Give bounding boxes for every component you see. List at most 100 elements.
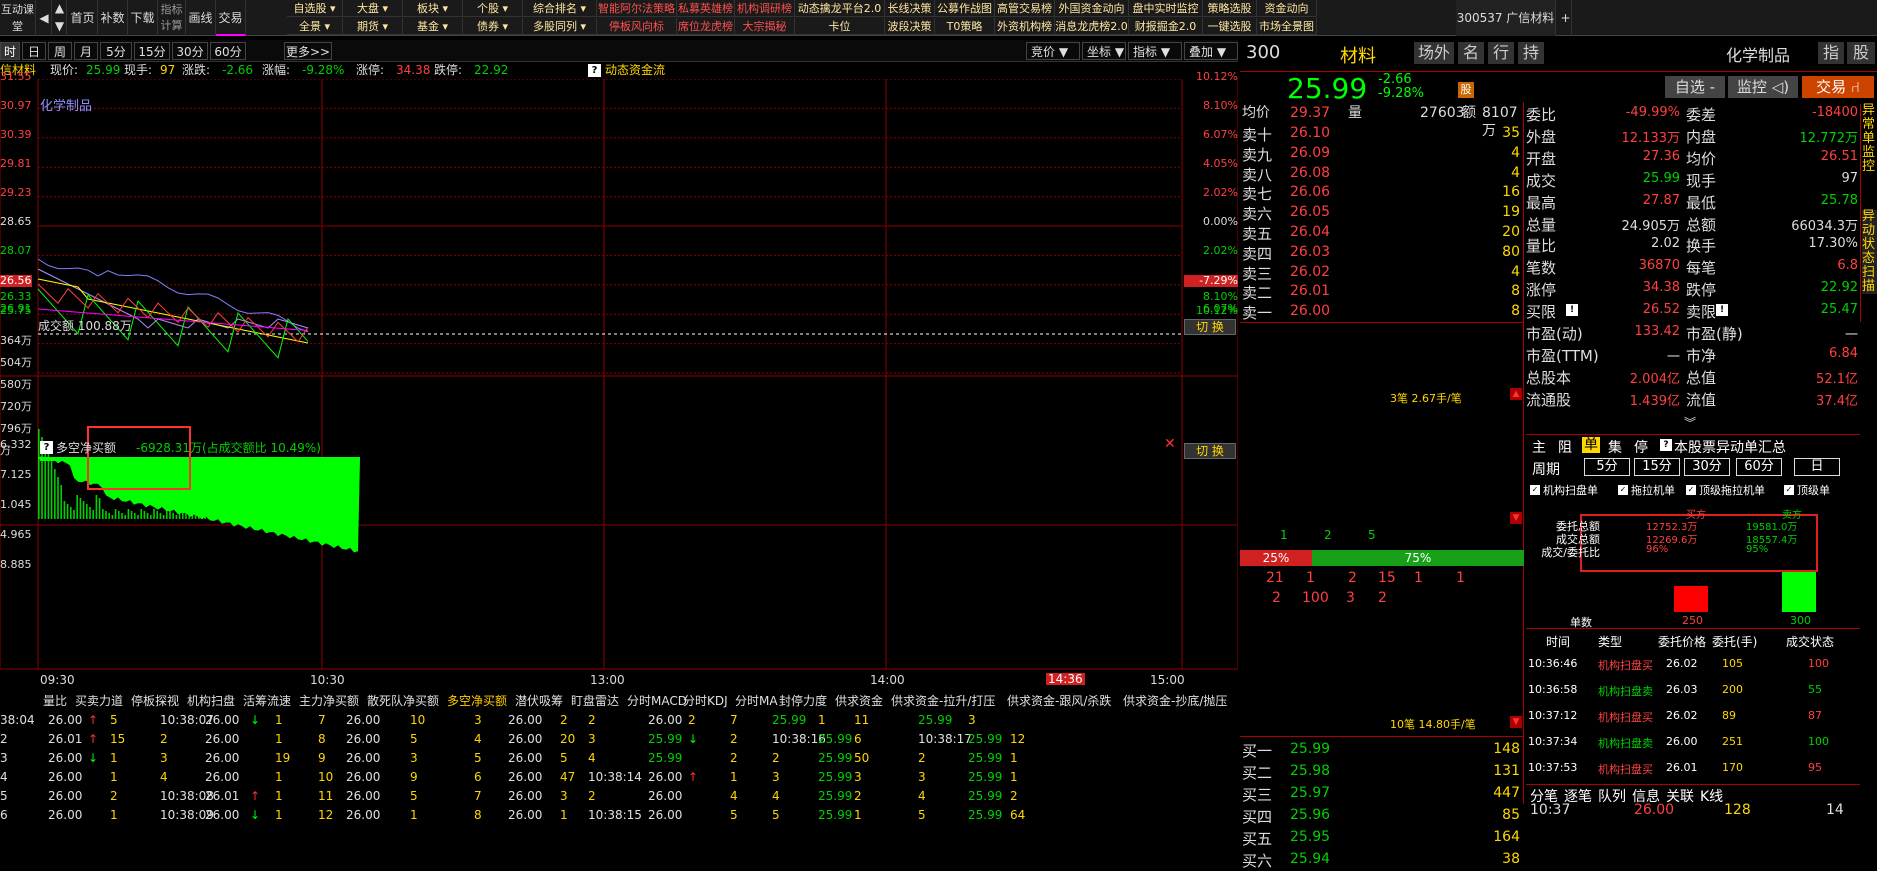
period-option[interactable]: 5分: [1584, 458, 1630, 476]
up-arrow-icon[interactable]: ▲: [53, 0, 67, 18]
menu-item[interactable]: 卡位: [795, 18, 885, 35]
menu-item[interactable]: 策略选股: [1203, 0, 1257, 17]
info-icon[interactable]: !: [1566, 304, 1578, 317]
menu-item[interactable]: 动态擒龙平台2.0: [795, 0, 885, 17]
indicator-tab[interactable]: 多空净买额: [447, 693, 507, 710]
dynamic-flow-link[interactable]: 动态资金流: [605, 62, 665, 79]
menu-item[interactable]: 外国资金动向: [1055, 0, 1129, 17]
checkbox-icon[interactable]: ✓: [1530, 485, 1540, 495]
indicator-tab[interactable]: 供求资金-拉升/打压: [891, 693, 995, 710]
indicator-tab[interactable]: 主力净买额: [299, 693, 359, 710]
otc-tag[interactable]: 场外: [1414, 42, 1454, 64]
indicator-tab[interactable]: 封停力度: [779, 693, 827, 710]
menu-item[interactable]: 外资机构榜: [995, 18, 1055, 35]
anomaly-help-icon[interactable]: ?: [1660, 439, 1672, 451]
period-option[interactable]: 15分: [1634, 458, 1680, 476]
menu-item[interactable]: 大盘 ▾: [343, 0, 403, 17]
indicator-tab[interactable]: 机构扫盘: [187, 693, 235, 710]
back-arrow-icon[interactable]: ◀: [37, 0, 52, 36]
tab-resist[interactable]: 阻: [1558, 437, 1572, 457]
stock-tab[interactable]: 300537 广信材料: [1456, 0, 1556, 36]
indicator-calc-button[interactable]: 指标计算: [158, 0, 186, 36]
tab-collect[interactable]: 集: [1608, 437, 1622, 457]
industry-tag[interactable]: 行: [1488, 42, 1514, 64]
period-option[interactable]: 30分: [1684, 458, 1730, 476]
overlay-dropdown[interactable]: 叠加 ▼: [1184, 42, 1238, 60]
indicator-tab[interactable]: 供求资金-抄底/抛压: [1123, 693, 1227, 710]
tab-order[interactable]: 单: [1582, 437, 1600, 453]
indicator-tab[interactable]: 供求资金-跟风/杀跌: [1007, 693, 1111, 710]
indicator-tab[interactable]: 停板探视: [131, 693, 179, 710]
indicator-tab[interactable]: 活筹流速: [243, 693, 291, 710]
trade-button[interactable]: 交易: [216, 0, 246, 36]
watchlist-button[interactable]: 自选 -: [1665, 76, 1725, 98]
down-arrow-icon[interactable]: ▼: [53, 18, 67, 36]
menu-item[interactable]: 私募英雄榜: [677, 0, 735, 17]
period-option[interactable]: 60分: [1736, 458, 1782, 476]
name-tag[interactable]: 名: [1458, 42, 1484, 64]
menu-item[interactable]: 债券 ▾: [463, 18, 523, 35]
period-tab-month[interactable]: 月: [74, 42, 98, 60]
menu-item[interactable]: 大宗揭秘: [735, 18, 795, 35]
period-tab-60min[interactable]: 60分: [210, 42, 246, 60]
menu-item[interactable]: 席位龙虎榜: [677, 18, 735, 35]
menu-item[interactable]: 板块 ▾: [403, 0, 463, 17]
menu-item[interactable]: 资金动向: [1257, 0, 1317, 17]
info-icon[interactable]: !: [1716, 304, 1728, 317]
period-option[interactable]: 日: [1794, 458, 1840, 476]
period-tab-week[interactable]: 周: [48, 42, 72, 60]
indicator-tab[interactable]: 分时MA: [735, 693, 778, 710]
menu-item[interactable]: 全景 ▾: [287, 18, 343, 35]
menu-item[interactable]: 综合排名 ▾: [523, 0, 597, 17]
expand-icon[interactable]: ︾: [1684, 414, 1696, 431]
checkbox-icon[interactable]: ✓: [1784, 485, 1794, 495]
menu-item[interactable]: 一键选股: [1203, 18, 1257, 35]
menu-item[interactable]: 市场全景图: [1257, 18, 1317, 35]
auction-dropdown[interactable]: 竞价 ▼: [1026, 42, 1080, 60]
menu-item[interactable]: 波段决策: [885, 18, 935, 35]
menu-item[interactable]: 停板风向标: [597, 18, 677, 35]
checkbox-icon[interactable]: ✓: [1618, 485, 1628, 495]
menu-item[interactable]: 公募作战图: [935, 0, 995, 17]
menu-item[interactable]: 消息龙虎榜2.0: [1055, 18, 1129, 35]
checkbox-icon[interactable]: ✓: [1686, 485, 1696, 495]
period-tab-5min[interactable]: 5分: [100, 42, 132, 60]
tab-main[interactable]: 主: [1532, 437, 1546, 457]
menu-item[interactable]: 智能阿尔法策略: [597, 0, 677, 17]
indicator-tab[interactable]: 供求资金: [835, 693, 883, 710]
menu-item[interactable]: 个股 ▾: [463, 0, 523, 17]
indicator-dropdown[interactable]: 指标 ▼: [1128, 42, 1182, 60]
switch-button-net[interactable]: 切 换: [1184, 443, 1236, 459]
vtab-anomaly[interactable]: 异常单监控: [1862, 104, 1877, 174]
indicator-tab[interactable]: 散死队净买额: [367, 693, 439, 710]
menu-item[interactable]: 财报掘金2.0: [1129, 18, 1203, 35]
indicator-tab[interactable]: 量比: [43, 693, 67, 710]
indicator-tab[interactable]: 潜伏吸筹: [515, 693, 563, 710]
menu-item[interactable]: 基金 ▾: [403, 18, 463, 35]
indicator-tab[interactable]: 分时MACD: [627, 693, 687, 710]
vtab-scan[interactable]: 异动状态扫描: [1862, 210, 1877, 294]
tab-stop[interactable]: 停: [1634, 437, 1648, 457]
index-tag[interactable]: 指: [1818, 42, 1844, 64]
menu-item[interactable]: 多股同列 ▾: [523, 18, 597, 35]
period-tab-day[interactable]: 日: [22, 42, 46, 60]
scroll-up-icon[interactable]: ▲: [1510, 388, 1522, 400]
menu-item[interactable]: 期货 ▾: [343, 18, 403, 35]
menu-item[interactable]: 机构调研榜: [735, 0, 795, 17]
interactive-class-button[interactable]: 互动课堂: [0, 0, 36, 36]
axis-dropdown[interactable]: 坐标 ▼: [1082, 42, 1126, 60]
monitor-button[interactable]: 监控 ◁): [1728, 76, 1798, 98]
download-button[interactable]: 下载: [128, 0, 158, 36]
period-tab-15min[interactable]: 15分: [134, 42, 170, 60]
scroll-down-icon[interactable]: ▼: [1510, 512, 1522, 524]
stock-tag[interactable]: 股: [1847, 42, 1875, 64]
indicator-tab[interactable]: 分时KDJ: [683, 693, 728, 710]
home-button[interactable]: 首页: [68, 0, 98, 36]
trade-order-button[interactable]: 交易 ⑁: [1802, 76, 1874, 98]
new-tab-button[interactable]: +: [1560, 0, 1572, 36]
menu-item[interactable]: T0策略: [935, 18, 995, 35]
net-help-icon[interactable]: ?: [40, 441, 53, 454]
menu-item[interactable]: 长线决策: [885, 0, 935, 17]
help-icon[interactable]: ?: [588, 64, 601, 77]
draw-line-button[interactable]: 画线: [186, 0, 216, 36]
